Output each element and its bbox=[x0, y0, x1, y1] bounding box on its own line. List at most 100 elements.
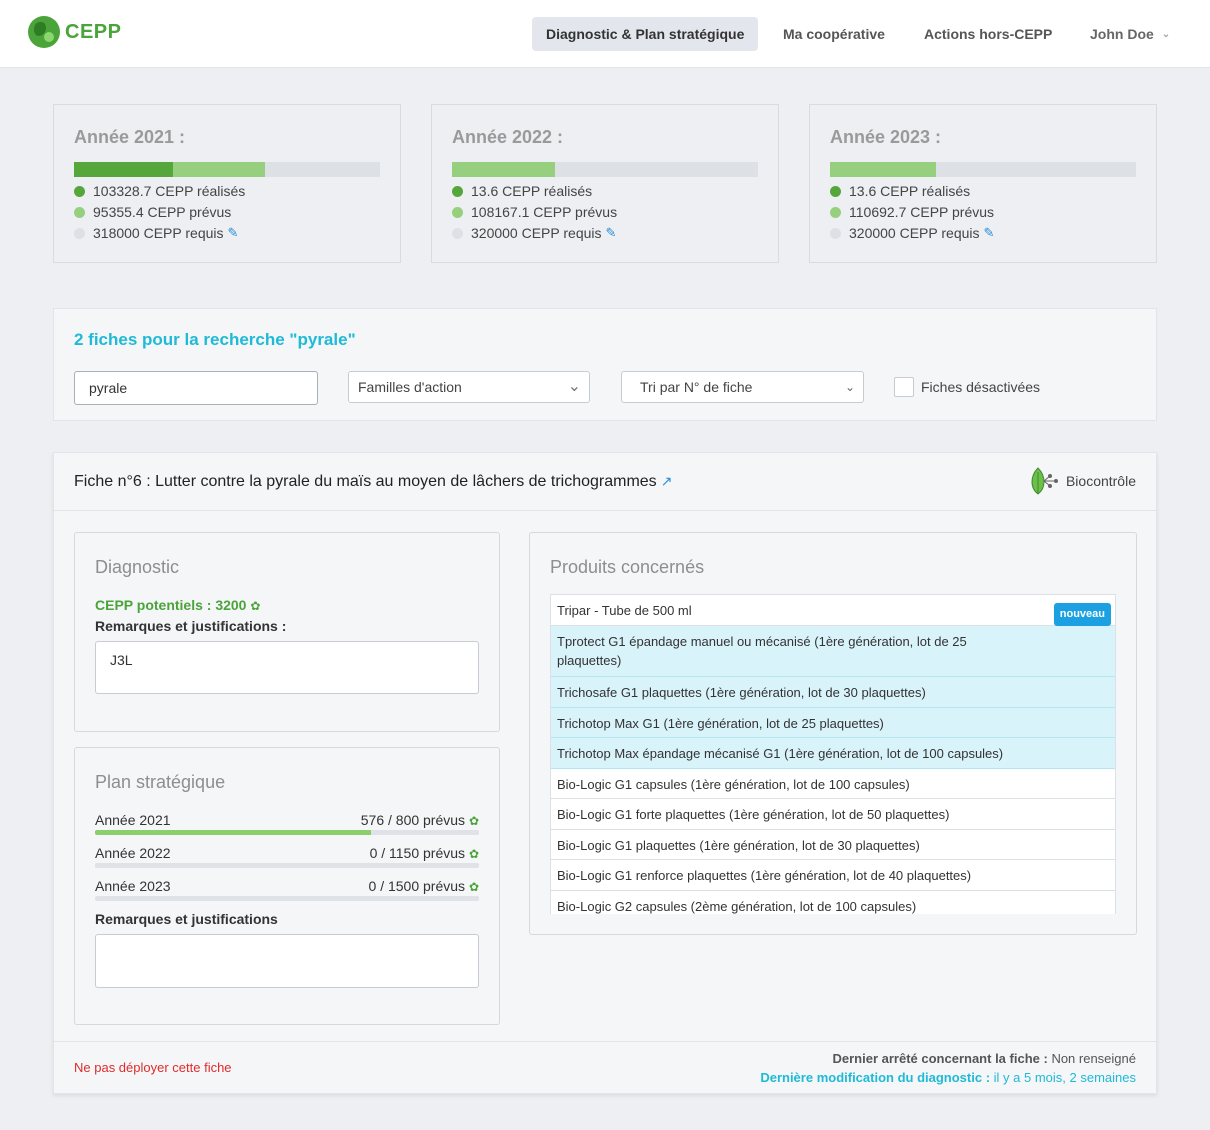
product-item[interactable]: Trichotop Max épandage mécanisé G1 (1ère… bbox=[551, 738, 1115, 769]
leaf-icon: ✿ bbox=[468, 880, 479, 894]
fiche-card: Fiche n°6 : Lutter contre la pyrale du m… bbox=[53, 452, 1157, 1094]
last-decree: Dernier arrêté concernant la fiche : Non… bbox=[833, 1051, 1137, 1066]
product-item[interactable]: Tprotect G1 épandage manuel ou mécanisé … bbox=[551, 626, 1115, 677]
disabled-checkbox-label: Fiches désactivées bbox=[921, 379, 1041, 395]
diagnostic-remarks-textarea[interactable]: J3L bbox=[95, 641, 479, 694]
remarks-label: Remarques et justifications : bbox=[95, 618, 287, 634]
navbar: CEPP Diagnostic & Plan stratégique Ma co… bbox=[0, 0, 1210, 68]
plan-value: 0 / 1150 prévus ✿ bbox=[370, 845, 479, 861]
plan-progress-2022 bbox=[95, 863, 479, 868]
pencil-icon[interactable]: ✎ bbox=[228, 225, 239, 241]
dot-realised bbox=[452, 185, 463, 197]
product-name: Tripar - Tube de 500 ml bbox=[557, 603, 692, 618]
family-select-value: Familles d'action bbox=[358, 379, 462, 395]
user-name: John Doe bbox=[1090, 26, 1154, 42]
plan-remarks-textarea[interactable] bbox=[95, 934, 479, 988]
fiche-header: Fiche n°6 : Lutter contre la pyrale du m… bbox=[54, 453, 1156, 511]
nav-actions-hors-cepp[interactable]: Actions hors-CEPP bbox=[910, 17, 1066, 51]
planned-line: 110692.7 CEPP prévus bbox=[830, 204, 994, 220]
planned-line: 95355.4 CEPP prévus bbox=[74, 204, 231, 220]
realised-text: 13.6 CEPP réalisés bbox=[849, 183, 971, 199]
fiche-title: Fiche n°6 : Lutter contre la pyrale du m… bbox=[74, 473, 672, 491]
dot-planned bbox=[830, 206, 841, 218]
search-results-title: 2 fiches pour la recherche "pyrale" bbox=[74, 330, 356, 349]
plan-progress-fill bbox=[95, 830, 371, 835]
leaf-icon: ✿ bbox=[250, 599, 261, 613]
user-menu[interactable]: John Doe ⌄ bbox=[1076, 17, 1184, 51]
product-item[interactable]: Bio-Logic G1 forte plaquettes (1ère géné… bbox=[551, 799, 1115, 830]
remarks-value: J3L bbox=[110, 652, 133, 668]
required-line: 320000 CEPP requis ✎ bbox=[452, 225, 616, 241]
last-modif-label: Dernière modification du diagnostic : bbox=[760, 1070, 991, 1085]
leaf-network-icon bbox=[1031, 467, 1058, 495]
plan-value-text: 576 / 800 prévus bbox=[360, 812, 466, 828]
last-modification: Dernière modification du diagnostic : il… bbox=[760, 1070, 1136, 1085]
plan-value-text: 0 / 1500 prévus bbox=[368, 878, 466, 894]
logo[interactable]: CEPP bbox=[28, 16, 121, 48]
products-box: Produits concernés Tripar - Tube de 500 … bbox=[529, 532, 1137, 935]
progress-realised bbox=[74, 162, 173, 177]
required-line: 318000 CEPP requis ✎ bbox=[74, 225, 238, 241]
fiche-footer: Ne pas déployer cette fiche Dernier arrê… bbox=[54, 1041, 1156, 1093]
search-input[interactable] bbox=[74, 371, 318, 405]
last-modif-value: il y a 5 mois, 2 semaines bbox=[993, 1070, 1136, 1085]
year-card-2023: Année 2023 : 13.6 CEPP réalisés 110692.7… bbox=[809, 104, 1157, 263]
pencil-icon[interactable]: ✎ bbox=[984, 225, 995, 241]
plan-year: Année 2023 bbox=[95, 878, 171, 894]
nav-diagnostic[interactable]: Diagnostic & Plan stratégique bbox=[532, 17, 759, 51]
required-line: 320000 CEPP requis ✎ bbox=[830, 225, 994, 241]
leaf-icon: ✿ bbox=[468, 814, 479, 828]
diagnostic-title: Diagnostic bbox=[95, 557, 180, 577]
family-select[interactable]: Familles d'action ⌄ bbox=[348, 371, 590, 403]
year-title: Année 2023 : bbox=[830, 127, 942, 147]
product-item[interactable]: Bio-Logic G2 capsules (2ème génération, … bbox=[551, 891, 1115, 914]
product-item[interactable]: Tripar - Tube de 500 ml nouveau bbox=[551, 595, 1115, 626]
plan-year: Année 2022 bbox=[95, 845, 171, 861]
product-name: Bio-Logic G1 forte plaquettes (1ère géné… bbox=[557, 807, 950, 822]
year-progress bbox=[830, 162, 1136, 177]
search-panel: 2 fiches pour la recherche "pyrale" Fami… bbox=[53, 308, 1157, 421]
plan-progress-2023 bbox=[95, 896, 479, 901]
products-list[interactable]: Tripar - Tube de 500 ml nouveau Tprotect … bbox=[550, 594, 1116, 914]
product-item[interactable]: Bio-Logic G1 capsules (1ère génération, … bbox=[551, 769, 1115, 799]
brand-name: CEPP bbox=[65, 20, 122, 43]
dot-required bbox=[452, 227, 463, 239]
progress-planned bbox=[173, 162, 265, 177]
external-link-icon[interactable]: ↗ bbox=[661, 473, 673, 489]
fiche-title-text: Fiche n°6 : Lutter contre la pyrale du m… bbox=[74, 473, 657, 490]
dot-planned bbox=[452, 206, 463, 218]
product-name: Trichotop Max G1 (1ère génération, lot d… bbox=[557, 716, 884, 731]
last-decree-label: Dernier arrêté concernant la fiche : bbox=[832, 1051, 1048, 1066]
product-name: Bio-Logic G1 plaquettes (1ère génération… bbox=[557, 838, 920, 853]
realised-line: 103328.7 CEPP réalisés bbox=[74, 183, 245, 199]
do-not-deploy-link[interactable]: Ne pas déployer cette fiche bbox=[74, 1060, 232, 1075]
nav-cooperative[interactable]: Ma coopérative bbox=[769, 17, 899, 51]
product-item[interactable]: Trichosafe G1 plaquettes (1ère génératio… bbox=[551, 677, 1115, 708]
planned-line: 108167.1 CEPP prévus bbox=[452, 204, 617, 220]
sort-select-value: Tri par N° de fiche bbox=[640, 379, 753, 395]
dot-required bbox=[74, 227, 85, 239]
year-progress bbox=[74, 162, 380, 177]
required-text: 320000 CEPP requis bbox=[849, 225, 980, 241]
product-item[interactable]: Bio-Logic G1 renforce plaquettes (1ère g… bbox=[551, 860, 1115, 891]
last-decree-value: Non renseigné bbox=[1051, 1051, 1136, 1066]
required-text: 318000 CEPP requis bbox=[93, 225, 224, 241]
product-name: Bio-Logic G2 capsules (2ème génération, … bbox=[557, 899, 917, 914]
plan-remarks-label: Remarques et justifications bbox=[95, 911, 278, 927]
planned-text: 95355.4 CEPP prévus bbox=[93, 204, 232, 220]
product-name: Trichotop Max épandage mécanisé G1 (1ère… bbox=[557, 746, 1004, 761]
pencil-icon[interactable]: ✎ bbox=[606, 225, 617, 241]
chevron-down-icon: ⌄ bbox=[567, 378, 581, 395]
new-badge: nouveau bbox=[1053, 603, 1111, 626]
product-item[interactable]: Bio-Logic G1 plaquettes (1ère génération… bbox=[551, 830, 1115, 860]
plan-value: 576 / 800 prévus ✿ bbox=[361, 812, 479, 828]
dot-required bbox=[830, 227, 841, 239]
sort-select[interactable]: Tri par N° de fiche ⌄ bbox=[621, 371, 864, 403]
product-name: Trichosafe G1 plaquettes (1ère génératio… bbox=[557, 685, 926, 700]
year-title: Année 2021 : bbox=[74, 127, 186, 147]
progress-planned bbox=[452, 162, 555, 177]
disabled-checkbox[interactable] bbox=[894, 377, 914, 397]
product-item[interactable]: Trichotop Max G1 (1ère génération, lot d… bbox=[551, 708, 1115, 738]
planned-text: 108167.1 CEPP prévus bbox=[471, 204, 618, 220]
plan-title: Plan stratégique bbox=[95, 772, 226, 792]
